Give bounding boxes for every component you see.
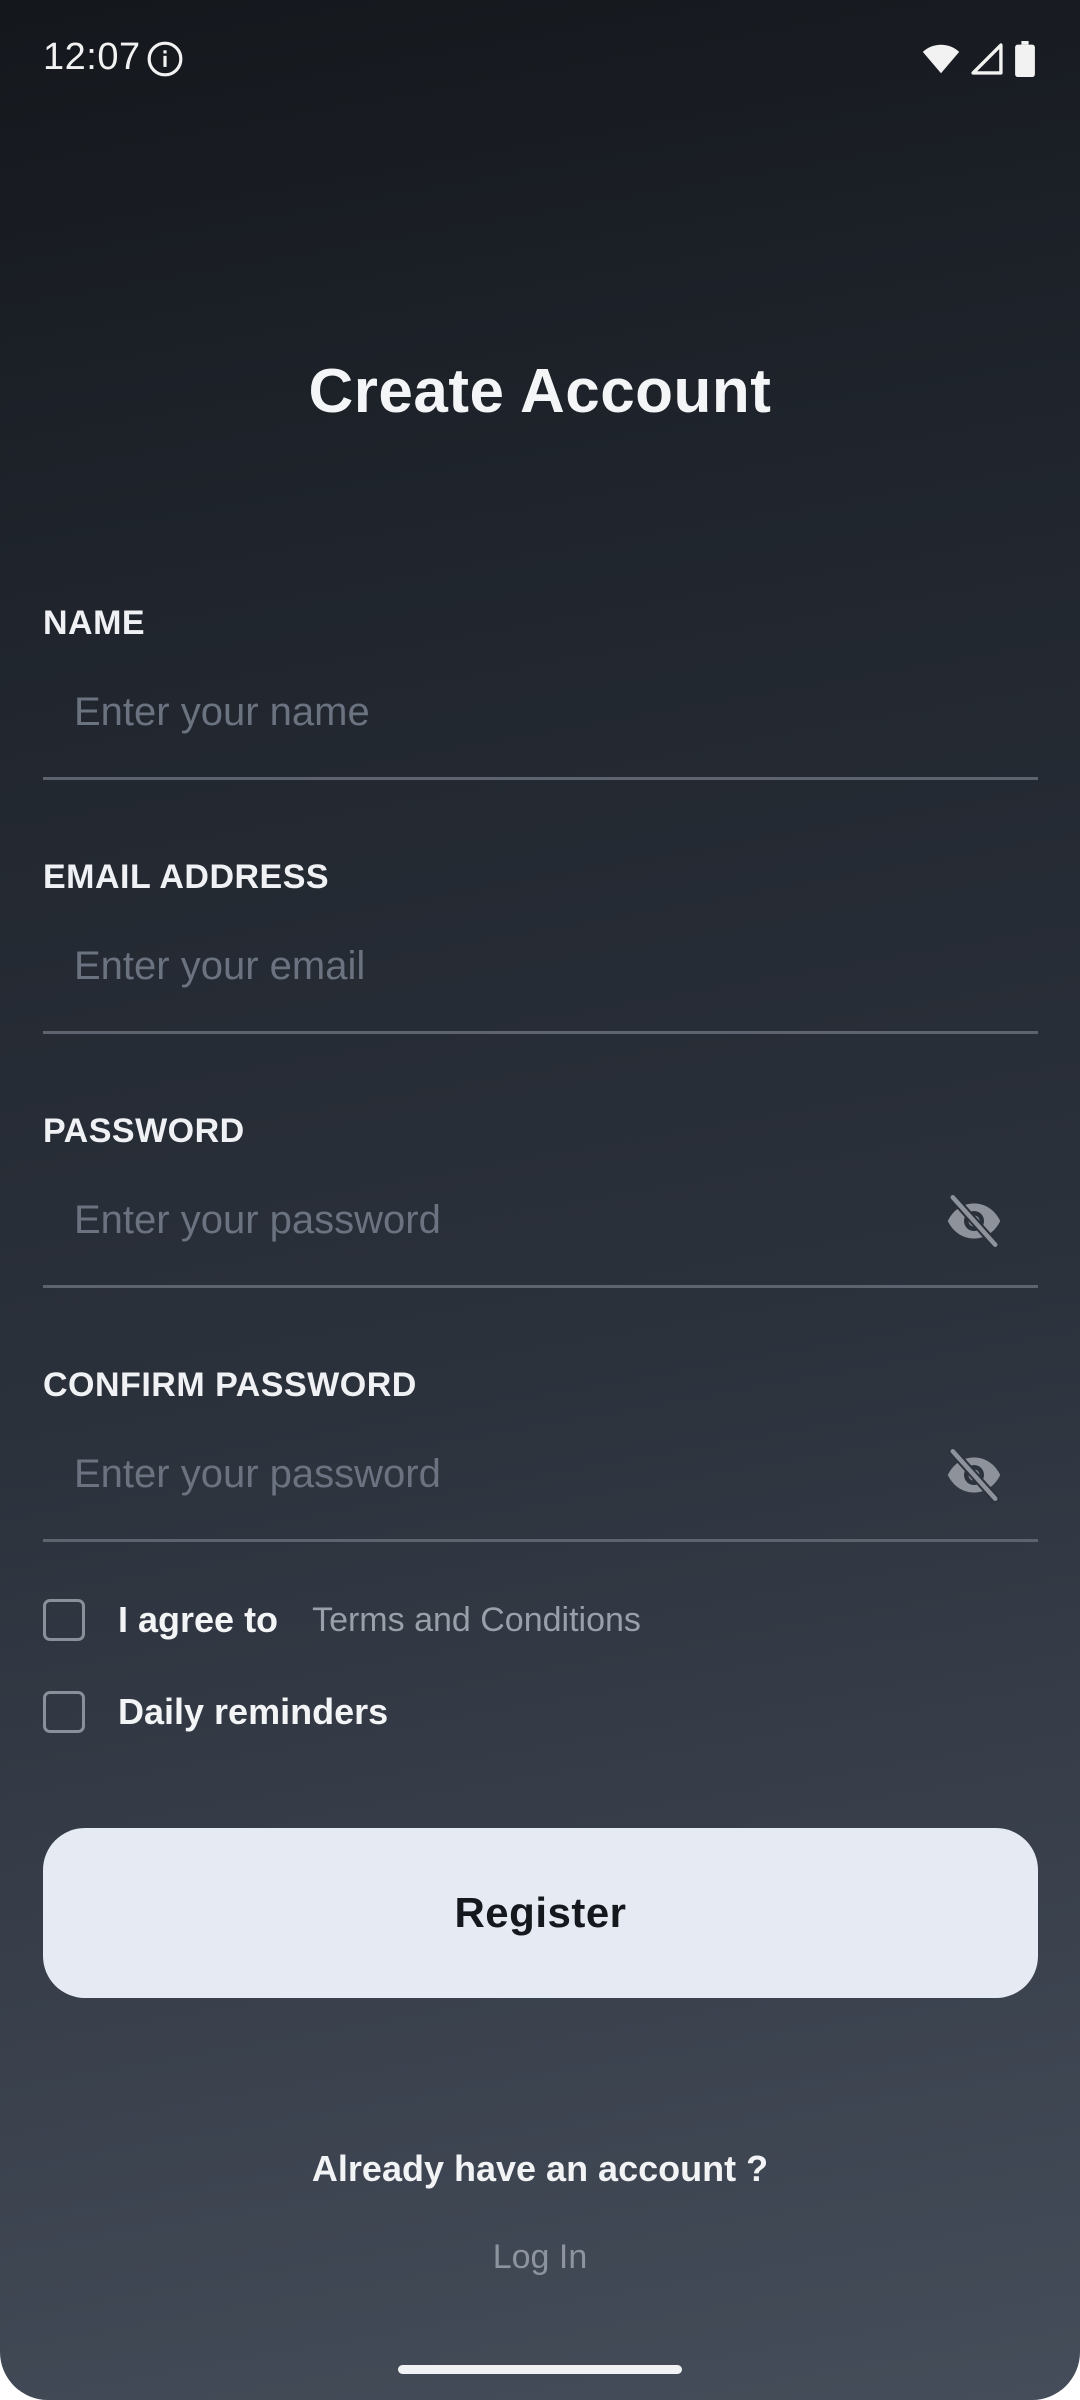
status-bar: 12:07 — [0, 0, 1080, 120]
agree-label: I agree to — [118, 1599, 279, 1640]
already-have-account-text: Already have an account ? — [311, 2148, 769, 2189]
log-in-link[interactable]: Log In — [0, 2238, 1080, 2277]
password-label: PASSWORD — [43, 1112, 245, 1150]
page-title: Create Account — [308, 357, 772, 426]
confirm-password-placeholder: Enter your password — [74, 1452, 441, 1496]
password-placeholder: Enter your password — [74, 1198, 441, 1242]
daily-reminders-label: Daily reminders — [118, 1691, 389, 1732]
confirm-password-input[interactable]: Enter your password — [43, 1435, 1038, 1542]
email-label: EMAIL ADDRESS — [43, 858, 330, 896]
daily-reminders-checkbox[interactable] — [43, 1691, 85, 1733]
password-input[interactable]: Enter your password — [43, 1181, 1038, 1288]
name-placeholder: Enter your name — [74, 690, 370, 734]
confirm-password-field-group: CONFIRM PASSWORD Enter your password — [43, 1365, 1038, 1542]
eye-off-icon[interactable] — [944, 1445, 1004, 1505]
password-field-group: PASSWORD Enter your password — [43, 1111, 1038, 1288]
create-account-screen: 12:07 Create Account NAME Enter your nam… — [0, 0, 1080, 2400]
wifi-icon — [922, 44, 960, 74]
status-time: 12:07 — [43, 36, 141, 78]
name-field-group: NAME Enter your name — [43, 603, 1038, 780]
agree-terms-checkbox[interactable] — [43, 1599, 85, 1641]
email-placeholder: Enter your email — [74, 944, 366, 988]
status-icons — [922, 40, 1036, 78]
register-button[interactable]: Register — [43, 1828, 1038, 1998]
name-label: NAME — [43, 604, 146, 642]
terms-and-conditions-link[interactable]: Terms and Conditions — [312, 1601, 641, 1640]
email-field-group: EMAIL ADDRESS Enter your email — [43, 857, 1038, 1034]
daily-reminders-row: Daily reminders — [43, 1688, 388, 1736]
cellular-signal-icon — [971, 43, 1003, 75]
confirm-password-label: CONFIRM PASSWORD — [43, 1366, 417, 1404]
battery-icon — [1015, 41, 1035, 77]
email-input[interactable]: Enter your email — [43, 927, 1038, 1034]
info-icon — [147, 41, 183, 77]
name-input[interactable]: Enter your name — [43, 673, 1038, 780]
home-indicator[interactable] — [398, 2365, 682, 2374]
agree-terms-row: I agree to Terms and Conditions — [43, 1596, 641, 1644]
eye-off-icon[interactable] — [944, 1191, 1004, 1251]
